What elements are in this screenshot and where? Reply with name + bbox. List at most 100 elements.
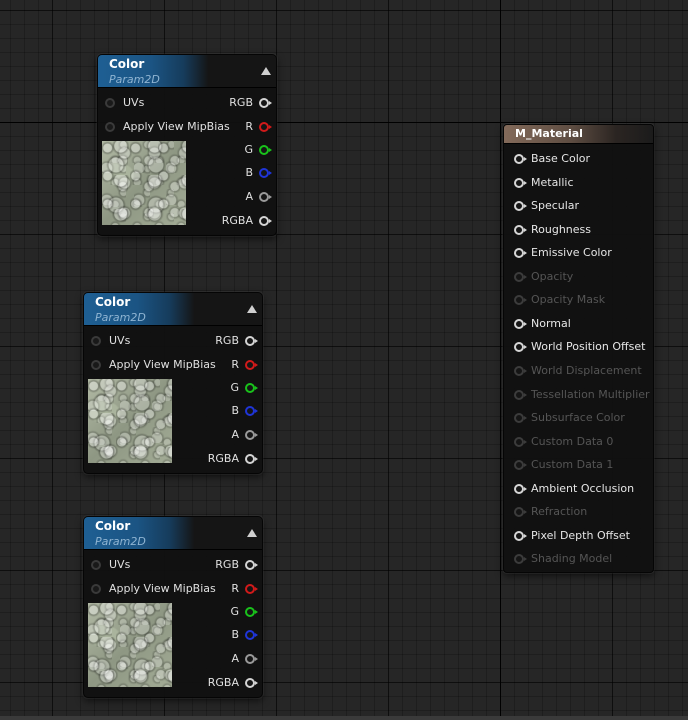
input-pin-apply-view-mipbias[interactable]: Apply View MipBias (91, 357, 216, 373)
material-input-opacity-mask[interactable]: Opacity Mask (514, 292, 605, 308)
output-pin-icon[interactable] (259, 216, 272, 226)
texture-sample-node[interactable]: Color Param2D UVs Apply View MipBias RGB… (83, 516, 263, 698)
material-input-tessellation-multiplier[interactable]: Tessellation Multiplier (514, 387, 650, 403)
output-pin-icon[interactable] (259, 168, 272, 178)
output-pin-icon[interactable] (245, 406, 258, 416)
collapse-arrow-icon[interactable] (247, 529, 257, 537)
input-pin-uvs[interactable]: UVs (91, 557, 130, 573)
node-header[interactable]: Color Param2D (98, 55, 276, 88)
material-input-base-color[interactable]: Base Color (514, 151, 590, 167)
output-pin-r[interactable]: R (231, 357, 258, 373)
input-pin-apply-view-mipbias[interactable]: Apply View MipBias (91, 581, 216, 597)
output-pin-r[interactable]: R (245, 119, 272, 135)
output-pin-icon[interactable] (259, 192, 272, 202)
output-pin-rgb[interactable]: RGB (215, 557, 258, 573)
input-pin-icon[interactable] (514, 531, 527, 541)
input-pin-icon[interactable] (105, 98, 115, 108)
input-pin-icon[interactable] (514, 295, 527, 305)
input-pin-icon[interactable] (514, 554, 527, 564)
material-input-subsurface-color[interactable]: Subsurface Color (514, 410, 625, 426)
input-pin-uvs[interactable]: UVs (91, 333, 130, 349)
input-pin-icon[interactable] (514, 460, 527, 470)
material-input-label: Refraction (531, 505, 588, 518)
input-pin-icon[interactable] (514, 178, 527, 188)
input-pin-icon[interactable] (514, 437, 527, 447)
node-header[interactable]: Color Param2D (84, 517, 262, 550)
output-pin-a[interactable]: A (245, 189, 272, 205)
output-pin-rgb[interactable]: RGB (215, 333, 258, 349)
node-header[interactable]: Color Param2D (84, 293, 262, 326)
output-pin-b[interactable]: B (231, 627, 258, 643)
output-pin-icon[interactable] (245, 654, 258, 664)
output-pin-r[interactable]: R (231, 581, 258, 597)
texture-sample-node[interactable]: Color Param2D UVs Apply View MipBias RGB… (83, 292, 263, 474)
material-input-custom-data-1[interactable]: Custom Data 1 (514, 457, 613, 473)
output-pin-a[interactable]: A (231, 427, 258, 443)
output-pin-icon[interactable] (245, 336, 258, 346)
material-input-world-position-offset[interactable]: World Position Offset (514, 339, 645, 355)
output-pin-icon[interactable] (245, 360, 258, 370)
output-pin-g[interactable]: G (244, 142, 272, 158)
output-pin-a[interactable]: A (231, 651, 258, 667)
input-pin-icon[interactable] (514, 342, 527, 352)
material-input-shading-model[interactable]: Shading Model (514, 551, 612, 567)
material-input-emissive-color[interactable]: Emissive Color (514, 245, 612, 261)
input-pin-icon[interactable] (514, 319, 527, 329)
material-node-header[interactable]: M_Material (504, 125, 653, 144)
texture-preview-image (102, 141, 186, 225)
input-pin-icon[interactable] (514, 484, 527, 494)
input-pin-uvs[interactable]: UVs (105, 95, 144, 111)
output-pin-icon[interactable] (245, 383, 258, 393)
output-pin-icon[interactable] (259, 145, 272, 155)
output-pin-rgb[interactable]: RGB (229, 95, 272, 111)
input-pin-icon[interactable] (514, 272, 527, 282)
output-pin-icon[interactable] (245, 678, 258, 688)
output-pin-g[interactable]: G (230, 604, 258, 620)
output-pin-icon[interactable] (245, 454, 258, 464)
input-pin-icon[interactable] (514, 248, 527, 258)
output-pin-rgba[interactable]: RGBA (222, 213, 272, 229)
input-pin-icon[interactable] (514, 366, 527, 376)
input-pin-icon[interactable] (91, 560, 101, 570)
input-pin-icon[interactable] (105, 122, 115, 132)
output-pin-g[interactable]: G (230, 380, 258, 396)
material-input-normal[interactable]: Normal (514, 316, 571, 332)
texture-sample-node[interactable]: Color Param2D UVs Apply View MipBias RGB… (97, 54, 277, 236)
material-input-metallic[interactable]: Metallic (514, 175, 574, 191)
input-pin-icon[interactable] (91, 360, 101, 370)
material-input-refraction[interactable]: Refraction (514, 504, 587, 520)
input-pin-apply-view-mipbias[interactable]: Apply View MipBias (105, 119, 230, 135)
output-pin-icon[interactable] (245, 584, 258, 594)
output-pin-b[interactable]: B (245, 165, 272, 181)
output-pin-icon[interactable] (245, 607, 258, 617)
output-pin-icon[interactable] (245, 430, 258, 440)
output-pin-rgba[interactable]: RGBA (208, 451, 258, 467)
collapse-arrow-icon[interactable] (261, 67, 271, 75)
material-input-specular[interactable]: Specular (514, 198, 579, 214)
material-input-world-displacement[interactable]: World Displacement (514, 363, 642, 379)
input-pin-icon[interactable] (514, 413, 527, 423)
material-input-ambient-occlusion[interactable]: Ambient Occlusion (514, 481, 634, 497)
input-pin-icon[interactable] (514, 154, 527, 164)
material-input-label: Roughness (531, 223, 592, 236)
input-pin-icon[interactable] (91, 584, 101, 594)
output-pin-icon[interactable] (259, 98, 272, 108)
output-pin-b[interactable]: B (231, 403, 258, 419)
material-graph-canvas[interactable]: Color Param2D UVs Apply View MipBias RGB… (0, 0, 688, 720)
input-pin-icon[interactable] (514, 507, 527, 517)
output-pin-icon[interactable] (245, 560, 258, 570)
material-input-opacity[interactable]: Opacity (514, 269, 573, 285)
output-pin-rgba[interactable]: RGBA (208, 675, 258, 691)
output-pin-icon[interactable] (259, 122, 272, 132)
output-pin-icon[interactable] (245, 630, 258, 640)
input-pin-icon[interactable] (514, 225, 527, 235)
material-input-custom-data-0[interactable]: Custom Data 0 (514, 434, 613, 450)
input-pin-icon[interactable] (91, 336, 101, 346)
input-pin-icon[interactable] (514, 201, 527, 211)
material-input-pixel-depth-offset[interactable]: Pixel Depth Offset (514, 528, 630, 544)
material-result-node[interactable]: M_Material Base Color Metallic Specular Rou… (503, 124, 654, 573)
material-input-roughness[interactable]: Roughness (514, 222, 591, 238)
material-input-label: World Displacement (531, 364, 642, 377)
collapse-arrow-icon[interactable] (247, 305, 257, 313)
input-pin-icon[interactable] (514, 390, 527, 400)
